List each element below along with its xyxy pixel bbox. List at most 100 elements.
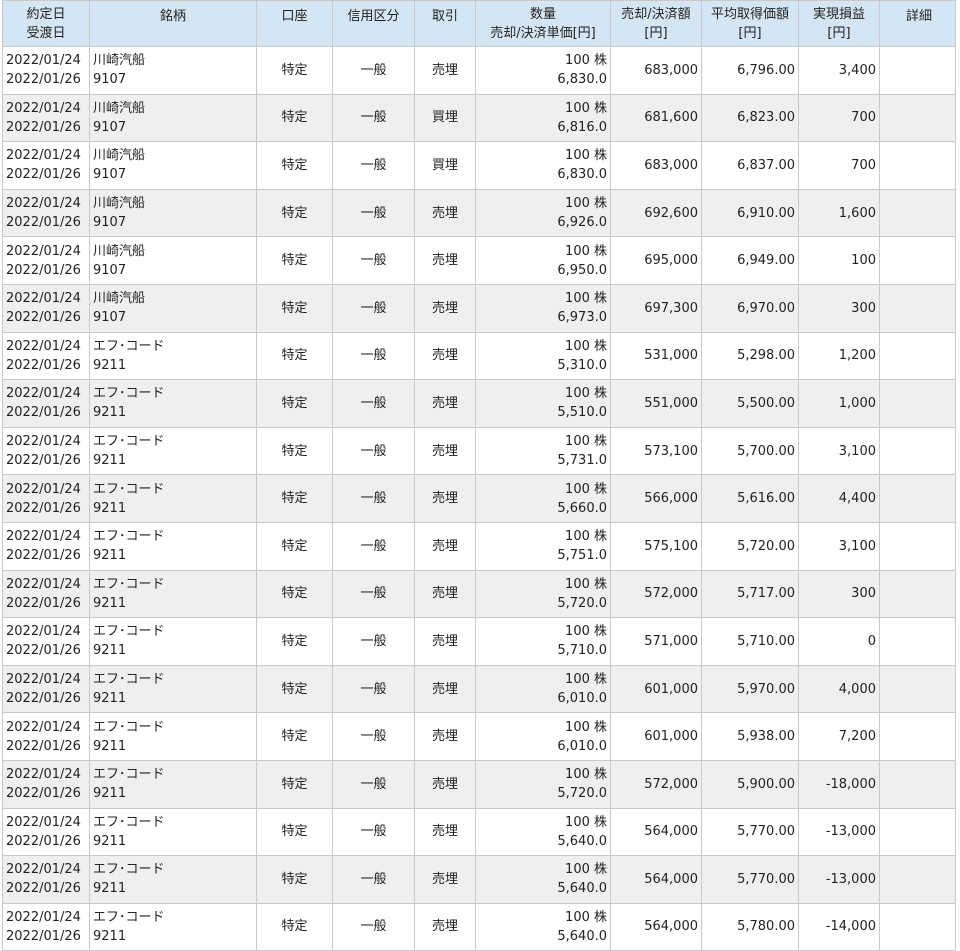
unit-price: 5,751.0 [557, 548, 607, 564]
detail-cell [879, 188, 956, 238]
credit-type: 一般 [332, 855, 415, 904]
unit-price: 5,640.0 [557, 928, 607, 944]
stock-cell: エフ･コード 9211 [89, 902, 257, 951]
settle-amount: 683,000 [610, 46, 702, 95]
dates-cell: 2022/01/24 2022/01/26 [2, 712, 90, 761]
quantity: 100 株 [565, 53, 607, 69]
detail-cell [879, 807, 956, 857]
qty-price-cell: 100 株 6,950.0 [475, 236, 611, 285]
header-pnl: 実現損益 [円] [798, 0, 880, 47]
trade-date: 2022/01/24 [6, 100, 81, 116]
realized-pnl: 100 [798, 236, 880, 285]
settle-amount: 571,000 [610, 617, 702, 666]
stock-name: 川崎汽船 [93, 291, 146, 307]
stock-name: エフ･コード [93, 338, 165, 354]
stock-cell: エフ･コード 9211 [89, 759, 257, 809]
realized-pnl: 1,600 [798, 188, 880, 238]
stock-cell: 川崎汽船 9107 [89, 283, 257, 333]
stock-name: エフ･コード [93, 624, 165, 640]
credit-type: 一般 [332, 379, 415, 428]
trade-type: 売埋 [414, 902, 476, 951]
stock-code: 9211 [93, 595, 127, 611]
credit-type: 一般 [332, 426, 415, 476]
detail-cell [879, 426, 956, 476]
stock-name: エフ･コード [93, 576, 165, 592]
table-row: 2022/01/24 2022/01/26 エフ･コード 9211 特定 一般 … [2, 331, 956, 381]
dates-cell: 2022/01/24 2022/01/26 [2, 236, 90, 285]
trade-date: 2022/01/24 [6, 338, 81, 354]
detail-cell [879, 93, 956, 143]
stock-name: エフ･コード [93, 862, 165, 878]
detail-cell [879, 617, 956, 666]
trade-type: 売埋 [414, 46, 476, 95]
credit-type: 一般 [332, 331, 415, 381]
settle-amount: 681,600 [610, 93, 702, 143]
dates-cell: 2022/01/24 2022/01/26 [2, 93, 90, 143]
quantity: 100 株 [565, 576, 607, 592]
account-type: 特定 [256, 712, 333, 761]
header-amount-label: 売却/決済額 [621, 6, 691, 22]
detail-cell [879, 759, 956, 809]
stock-code: 9107 [93, 262, 127, 278]
stock-cell: エフ･コード 9211 [89, 712, 257, 761]
table-row: 2022/01/24 2022/01/26 エフ･コード 9211 特定 一般 … [2, 617, 956, 666]
detail-cell [879, 521, 956, 571]
header-dates: 約定日 受渡日 [2, 0, 90, 47]
settle-date: 2022/01/26 [6, 881, 81, 897]
trade-date: 2022/01/24 [6, 909, 81, 925]
trade-date: 2022/01/24 [6, 148, 81, 164]
detail-cell [879, 712, 956, 761]
unit-price: 5,510.0 [557, 405, 607, 421]
stock-cell: 川崎汽船 9107 [89, 141, 257, 190]
credit-type: 一般 [332, 474, 415, 523]
dates-cell: 2022/01/24 2022/01/26 [2, 331, 90, 381]
stock-name: エフ･コード [93, 767, 165, 783]
qty-price-cell: 100 株 6,010.0 [475, 664, 611, 714]
account-type: 特定 [256, 521, 333, 571]
avg-cost: 5,500.00 [701, 379, 799, 428]
credit-type: 一般 [332, 46, 415, 95]
stock-code: 9211 [93, 691, 127, 707]
settle-amount: 564,000 [610, 855, 702, 904]
stock-cell: 川崎汽船 9107 [89, 46, 257, 95]
qty-price-cell: 100 株 5,510.0 [475, 379, 611, 428]
qty-price-cell: 100 株 5,731.0 [475, 426, 611, 476]
settle-amount: 564,000 [610, 807, 702, 857]
stock-code: 9211 [93, 453, 127, 469]
qty-price-cell: 100 株 5,660.0 [475, 474, 611, 523]
realized-pnl: 3,400 [798, 46, 880, 95]
unit-price: 6,830.0 [557, 72, 607, 88]
header-trade-date: 約定日 [26, 6, 66, 22]
stock-name: エフ･コード [93, 814, 165, 830]
settle-amount: 531,000 [610, 331, 702, 381]
account-type: 特定 [256, 46, 333, 95]
stock-cell: エフ･コード 9211 [89, 807, 257, 857]
stock-code: 9107 [93, 119, 127, 135]
header-pnl-unit: [円] [827, 25, 851, 41]
settle-amount: 601,000 [610, 712, 702, 761]
qty-price-cell: 100 株 6,926.0 [475, 188, 611, 238]
trade-type: 売埋 [414, 474, 476, 523]
stock-code: 9211 [93, 928, 127, 944]
header-settle-date: 受渡日 [26, 25, 66, 41]
realized-pnl: 1,000 [798, 379, 880, 428]
settle-amount: 573,100 [610, 426, 702, 476]
dates-cell: 2022/01/24 2022/01/26 [2, 617, 90, 666]
settle-amount: 564,000 [610, 902, 702, 951]
stock-code: 9211 [93, 881, 127, 897]
table-row: 2022/01/24 2022/01/26 川崎汽船 9107 特定 一般 買埋… [2, 141, 956, 190]
credit-type: 一般 [332, 93, 415, 143]
account-type: 特定 [256, 331, 333, 381]
stock-name: 川崎汽船 [93, 53, 146, 69]
avg-cost: 5,900.00 [701, 759, 799, 809]
trade-type: 売埋 [414, 331, 476, 381]
stock-code: 9211 [93, 405, 127, 421]
table-row: 2022/01/24 2022/01/26 エフ･コード 9211 特定 一般 … [2, 474, 956, 523]
trade-date: 2022/01/24 [6, 814, 81, 830]
qty-price-cell: 100 株 6,830.0 [475, 141, 611, 190]
table-row: 2022/01/24 2022/01/26 川崎汽船 9107 特定 一般 売埋… [2, 188, 956, 238]
stock-cell: エフ･コード 9211 [89, 331, 257, 381]
stock-code: 9211 [93, 643, 127, 659]
dates-cell: 2022/01/24 2022/01/26 [2, 855, 90, 904]
unit-price: 6,010.0 [557, 691, 607, 707]
